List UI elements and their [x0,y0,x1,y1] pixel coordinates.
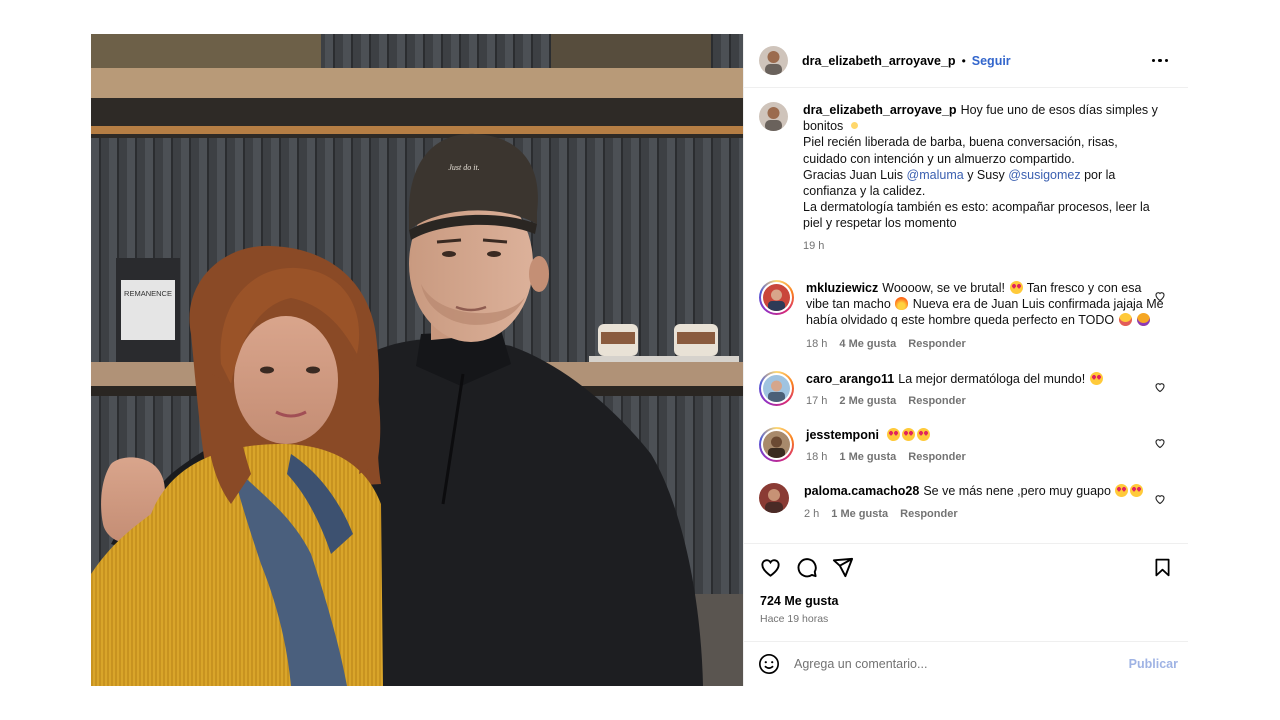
comment-item: mkluziewicz Woooow, se ve brutal! Tan fre… [759,279,1172,353]
heart-eyes-emoji-icon [887,428,901,442]
publish-button[interactable]: Publicar [1129,657,1178,671]
comment-username[interactable]: jesstemponi [806,428,879,442]
comment-body: caro_arango11 La mejor dermatóloga del mu… [806,371,1166,409]
heart-icon[interactable] [758,555,782,579]
comment-meta: 18 h 1 Me gusta Responder [806,449,1166,465]
comment-likes[interactable]: 2 Me gusta [839,393,896,409]
comment-body: jesstemponi 18 h 1 Me gusta Responder [806,427,1166,465]
comment-input[interactable] [794,657,1129,671]
caption-meta: 19 h [803,238,1165,254]
post-caption: dra_elizabeth_arroyave_p Hoy fue uno de e… [759,102,1172,254]
post-photo[interactable]: REMANENCE Just do it. [91,34,743,686]
comment-time[interactable]: 2 h [804,506,819,522]
caption-line-3b: y Susy [967,167,1005,182]
comment-icon[interactable] [794,555,818,579]
follow-button[interactable]: Seguir [972,54,1011,68]
comment-meta: 2 h 1 Me gusta Responder [804,506,1164,522]
comment-meta: 18 h 4 Me gusta Responder [806,336,1166,352]
caption-line-3a: Gracias Juan Luis [803,167,904,182]
commenter-avatar[interactable] [759,483,789,514]
caption-text: dra_elizabeth_arroyave_p Hoy fue uno de e… [803,102,1165,254]
caption-avatar[interactable] [759,102,788,131]
author-username[interactable]: dra_elizabeth_arroyave_p [802,54,956,68]
like-comment-icon[interactable] [1154,493,1166,505]
caption-line-2: Piel recién liberada de barba, buena con… [803,135,1118,166]
reply-button[interactable]: Responder [908,336,965,352]
heart-eyes-emoji-icon [917,428,931,442]
heart-eyes-emoji-icon [1130,484,1144,498]
share-icon[interactable] [830,555,854,579]
laughing-emoji-icon [1118,313,1132,327]
comment-item: caro_arango11 La mejor dermatóloga del mu… [759,370,1172,409]
heart-eyes-emoji-icon [1009,280,1023,294]
caption-line-4: La dermatología también es esto: acompañ… [803,200,1150,231]
action-icons [758,554,1174,580]
bookmark-icon[interactable] [1150,555,1174,579]
heart-eyes-emoji-icon [1089,371,1103,385]
post-header: dra_elizabeth_arroyave_p • Seguir [744,34,1188,88]
post-actions: 724 Me gusta Hace 19 horas [744,543,1188,641]
comment-meta: 17 h 2 Me gusta Responder [806,393,1166,409]
comment-likes[interactable]: 1 Me gusta [831,506,888,522]
comment-time[interactable]: 18 h [806,449,827,465]
comment-text: La mejor dermatóloga del mundo! [898,371,1086,386]
reply-button[interactable]: Responder [900,506,957,522]
comment-item: jesstemponi 18 h 1 Me gusta Responder [759,427,1172,465]
comment-username[interactable]: mkluziewicz [806,281,878,295]
like-comment-icon[interactable] [1154,290,1166,302]
photo-illustration: REMANENCE Just do it. [91,34,743,686]
comment-likes[interactable]: 1 Me gusta [839,449,896,465]
reply-button[interactable]: Responder [908,449,965,465]
comment-item: paloma.camacho28 Se ve más nene ,pero muy… [759,483,1172,521]
mention-susigomez[interactable]: @susigomez [1008,168,1080,182]
comment-text: Woooow, se ve brutal! [882,280,1006,295]
emoji-icon[interactable] [758,653,780,675]
caption-time[interactable]: 19 h [803,238,824,254]
post-side-panel: dra_elizabeth_arroyave_p • Seguir dra_el… [743,34,1188,686]
comment-body: paloma.camacho28 Se ve más nene ,pero muy… [804,483,1164,521]
separator-dot: • [961,53,966,68]
commenter-avatar[interactable] [759,427,794,463]
comment-username[interactable]: paloma.camacho28 [804,484,919,498]
bag-label: REMANENCE [124,289,172,298]
comments-list[interactable]: dra_elizabeth_arroyave_p Hoy fue uno de e… [744,88,1188,543]
heart-eyes-emoji-icon [902,428,916,442]
cap-text: Just do it. [448,163,479,172]
commenter-avatar[interactable] [759,279,794,315]
heart-eyes-emoji-icon [1115,484,1129,498]
like-comment-icon[interactable] [1154,381,1166,393]
reply-button[interactable]: Responder [908,393,965,409]
mention-maluma[interactable]: @maluma [907,168,964,182]
comment-body: mkluziewicz Woooow, se ve brutal! Tan fre… [806,280,1166,353]
comment-composer: Publicar [744,641,1188,686]
author-avatar[interactable] [759,46,788,75]
comment-likes[interactable]: 4 Me gusta [839,336,896,352]
post-timestamp: Hace 19 horas [760,613,829,625]
instagram-post: REMANENCE Just do it. dra_elizabeth_arro… [91,34,1188,686]
more-options-icon[interactable] [1148,55,1172,66]
comment-username[interactable]: caro_arango11 [806,372,894,386]
likes-count[interactable]: 724 Me gusta [758,594,1174,608]
comment-time[interactable]: 17 h [806,393,827,409]
comment-time[interactable]: 18 h [806,336,827,352]
ecstatic-emoji-icon [1137,313,1151,327]
like-comment-icon[interactable] [1154,437,1166,449]
comment-text: Se ve más nene ,pero muy guapo [923,484,1111,499]
fire-emoji-icon [895,297,909,311]
caption-username[interactable]: dra_elizabeth_arroyave_p [803,103,957,117]
sparkles-emoji-icon [847,119,861,133]
commenter-avatar[interactable] [759,370,794,406]
